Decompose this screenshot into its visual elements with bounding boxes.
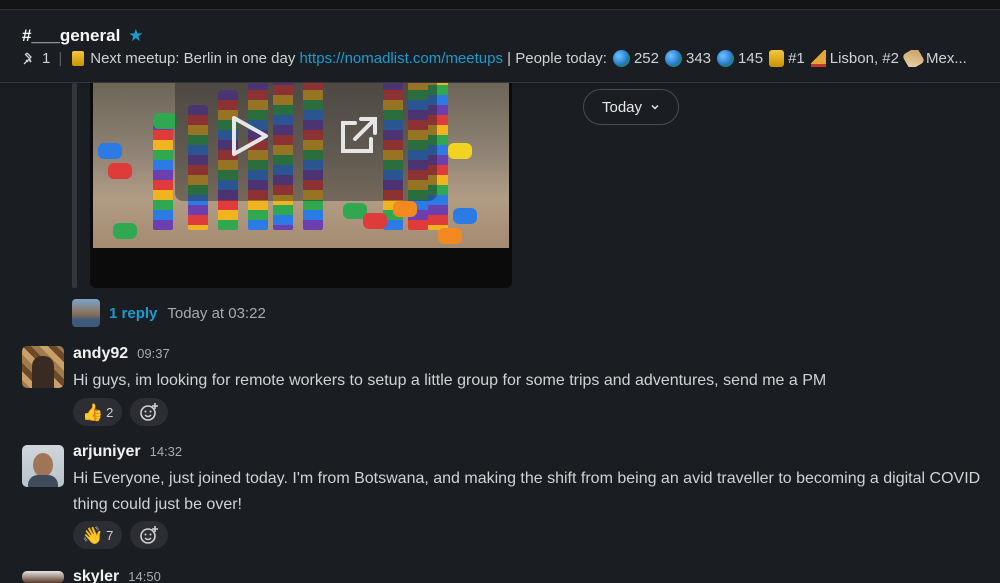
message-header: arjuniyer 14:32	[73, 443, 182, 461]
message: arjuniyer 14:32 Hi Everyone, just joined…	[0, 443, 1000, 553]
reaction-count: 7	[106, 527, 114, 543]
sailboat-icon	[810, 50, 826, 67]
play-icon[interactable]	[228, 113, 272, 159]
reply-timestamp: Today at 03:22	[167, 304, 266, 322]
message-text: Hi Everyone, just joined today. I'm from…	[73, 470, 981, 513]
channel-name[interactable]: #___general	[22, 26, 120, 46]
reaction-thumbs-up[interactable]: 👍 2	[73, 398, 123, 426]
add-reaction-button[interactable]	[130, 521, 169, 549]
meetup-link[interactable]: https://nomadlist.com/meetups	[300, 50, 503, 67]
username[interactable]: skyler	[73, 568, 119, 583]
reaction-waving-hand[interactable]: 👋 7	[73, 521, 123, 549]
waving-hand-icon: 👋	[82, 525, 104, 545]
rank-1: #1	[788, 50, 805, 67]
message-header: skyler 14:50	[73, 568, 161, 583]
video-attachment[interactable]	[90, 83, 512, 288]
reactions: 👍 2	[73, 398, 169, 426]
timestamp[interactable]: 14:32	[150, 444, 183, 459]
city-2: Mex...	[925, 50, 967, 67]
globe-icon	[665, 50, 682, 67]
thumbs-up-icon: 👍	[82, 402, 104, 422]
channel-header: #___general ★ 1 | Next meetup: Berlin in…	[0, 10, 1000, 83]
city-1: Lisbon, #2	[829, 50, 899, 67]
pin-icon[interactable]	[22, 52, 36, 66]
avatar[interactable]	[22, 571, 64, 583]
thread-summary[interactable]: 1 reply Today at 03:22	[72, 298, 266, 328]
chevron-down-icon	[651, 104, 659, 110]
message-list: Today 1 reply Today at 03:22 andy92 09:3…	[0, 83, 1000, 583]
star-icon[interactable]: ★	[128, 27, 144, 44]
reply-count-link[interactable]: 1 reply	[109, 305, 157, 322]
channel-title[interactable]: #___general ★	[22, 26, 144, 46]
attachment-bar	[72, 83, 77, 288]
reaction-count: 2	[106, 404, 114, 420]
date-divider-pill[interactable]: Today	[583, 89, 680, 125]
date-divider-label: Today	[602, 98, 643, 116]
globe-icon	[717, 50, 735, 67]
message-header: andy92 09:37	[73, 345, 170, 363]
timestamp[interactable]: 09:37	[137, 346, 170, 361]
meetup-text: Next meetup: Berlin in one day	[90, 50, 296, 67]
burrito-icon	[901, 50, 926, 67]
people-count-3: 145	[738, 50, 764, 67]
add-reaction-button[interactable]	[130, 398, 169, 426]
username[interactable]: arjuniyer	[73, 443, 141, 461]
people-today-label: | People today:	[507, 50, 607, 67]
username[interactable]: andy92	[73, 345, 128, 363]
avatar[interactable]	[22, 445, 64, 487]
channel-topic: 1 | Next meetup: Berlin in one day https…	[22, 50, 987, 67]
add-emoji-icon	[140, 526, 159, 544]
message-text: Hi guys, im looking for remote workers t…	[73, 372, 827, 389]
open-external-icon[interactable]	[335, 113, 381, 159]
video-thumbnail	[93, 83, 509, 248]
topic-separator: |	[58, 50, 63, 67]
avatar[interactable]	[22, 346, 64, 388]
people-count-1: 252	[633, 50, 659, 67]
message: andy92 09:37 Hi guys, im looking for rem…	[0, 345, 1000, 435]
timestamp[interactable]: 14:50	[128, 569, 161, 583]
trophy-icon	[769, 50, 785, 67]
globe-icon	[612, 50, 630, 67]
message: skyler 14:50	[0, 568, 1000, 583]
pinned-count[interactable]: 1	[42, 50, 50, 67]
video-controls-overlay	[175, 83, 437, 201]
add-emoji-icon	[140, 403, 159, 421]
trophy-icon	[72, 51, 85, 66]
reactions: 👋 7	[73, 521, 169, 549]
window-top-strip	[0, 0, 1000, 10]
people-count-2: 343	[686, 50, 712, 67]
replier-avatar[interactable]	[72, 299, 100, 327]
